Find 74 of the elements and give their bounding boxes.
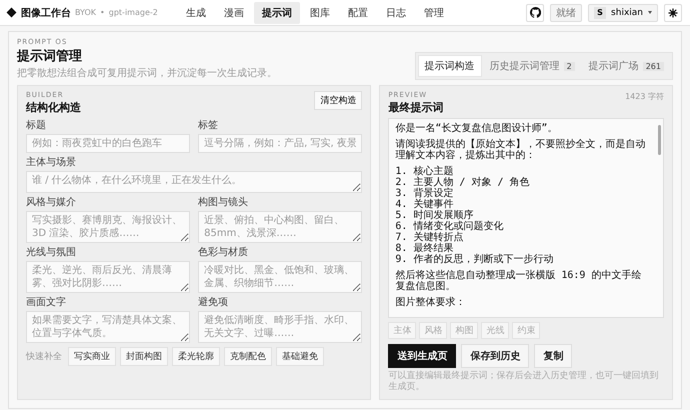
action-button[interactable]: 复制 xyxy=(534,344,572,368)
prompt-line: 4. 关键事件 xyxy=(395,199,454,210)
preset-button[interactable]: 封面构图 xyxy=(120,347,168,366)
field-label: 风格与媒介 xyxy=(26,196,77,209)
tab[interactable]: 提示词广场 261 xyxy=(582,55,670,77)
tab[interactable]: 提示词构造 xyxy=(418,55,482,77)
nav-tab[interactable]: 图库 xyxy=(302,2,338,24)
scrollbar[interactable] xyxy=(658,125,661,155)
nav-tab[interactable]: 生成 xyxy=(178,2,214,24)
clear-button[interactable]: 清空构造 xyxy=(314,91,362,110)
field-label: 构图与镜头 xyxy=(198,196,250,209)
preset-button[interactable]: 克制配色 xyxy=(224,347,272,366)
field-label: 避免项 xyxy=(198,296,230,309)
logo-icon xyxy=(6,8,16,18)
prompt-line: 9. 作者的反思，判断或下一步行动 xyxy=(395,254,554,265)
input-field[interactable]: 逗号分隔，例如：产品, 写实, 夜景 xyxy=(198,134,362,153)
text-area[interactable]: 避免低清晰度、畸形手指、水印、无关文字、过曝…… xyxy=(198,311,362,343)
app-title: 图像工作台 xyxy=(21,6,71,20)
input-field[interactable]: 例如：雨夜霓虹中的白色跑车 xyxy=(26,134,190,153)
count-badge: 261 xyxy=(642,62,664,70)
quick-fill-label: 快速补全 xyxy=(26,350,62,363)
preset-button[interactable]: 柔光轮廓 xyxy=(172,347,220,366)
prompt-line: 6. 情绪变化或问题变化 xyxy=(395,221,504,232)
field-label: 色彩与材质 xyxy=(198,246,250,259)
hint-text: 可以直接编辑最终提示词；保存后会进入历史管理，也可一键回填到生成页。 xyxy=(388,371,660,393)
github-button[interactable] xyxy=(526,4,544,22)
avatar: S xyxy=(594,6,606,18)
prompt-line: 2. 主要人物 / 对象 / 角色 xyxy=(395,177,531,188)
prompt-line: 然后将这些信息自动整理成一张横版 16:9 的中文手绘复盘信息图。 xyxy=(395,270,642,292)
nav-tab[interactable]: 漫画 xyxy=(216,2,252,24)
field-label: 光线与氛围 xyxy=(26,246,77,259)
preset-button[interactable]: 写实商业 xyxy=(68,347,116,366)
prompt-line: 8. 最终结果 xyxy=(395,243,454,254)
panel-title: 结构化构造 xyxy=(26,100,81,115)
prompt-editor[interactable]: 你是一名“长文复盘信息图设计师”。 请阅读我提供的【原始文本】，不要照抄全文，而是自动理解文本内容，提炼出其中的： 1. 核心主题 2. 主要人物 / 对象 / 角色 3. 背景设定 4. 关键事件 5. 时间发展顺序 6. 情绪变化或问题变化 7. 关键转折点 8. 最终结果 9. 作者的反思，判断或下一步行动 然后将这些信息自动整理成一张横版 16:9 的中文手绘复盘信息图。 图片整体要求： xyxy=(388,118,664,318)
page-title: 提示词管理 xyxy=(17,48,83,65)
cat-logo-icon xyxy=(530,7,541,18)
caret-icon xyxy=(648,11,652,14)
panel-title: 最终提示词 xyxy=(388,100,444,115)
prompt-line: 1. 核心主题 xyxy=(395,166,454,177)
prompt-line: 图片整体要求： xyxy=(395,297,466,308)
text-area[interactable]: 近景、俯拍、中心构图、留白、85mm、浅景深…… xyxy=(198,211,362,243)
sun-icon xyxy=(668,8,678,18)
text-area[interactable]: 冷暖对比、黑金、低饱和、玻璃、金属、织物细节…… xyxy=(198,261,362,293)
theme-button[interactable] xyxy=(664,4,682,22)
text-area[interactable]: 谁 / 什么物体，在什么环境里，正在发生什么。 xyxy=(26,171,362,193)
text-area[interactable]: 柔光、逆光、雨后反光、清晨薄雾、强对比阴影…… xyxy=(26,261,190,293)
page-subtitle: 把零散想法组合成可复用提示词，并沉淀每一次生成记录。 xyxy=(17,66,277,80)
status-label: 就绪 xyxy=(550,4,582,22)
key-mode-label: BYOK xyxy=(75,8,96,17)
preset-button[interactable]: 基础避免 xyxy=(276,347,324,366)
field-label: 画面文字 xyxy=(26,296,67,309)
user-menu[interactable]: S shixian xyxy=(588,4,658,22)
prompt-line: 5. 时间发展顺序 xyxy=(395,210,474,221)
nav-tab[interactable]: 配置 xyxy=(340,2,376,24)
text-area[interactable]: 如果需要文字，写清楚具体文案、位置与字体气质。 xyxy=(26,311,190,343)
nav-tab[interactable]: 日志 xyxy=(378,2,414,24)
text-area[interactable]: 写实摄影、赛博朋克、海报设计、3D 渲染、胶片质感…… xyxy=(26,211,190,243)
prompt-line: 你是一名“长文复盘信息图设计师”。 xyxy=(395,123,558,134)
count-badge: 2 xyxy=(564,62,575,70)
char-count: 1423 字符 xyxy=(625,91,664,102)
field-label: 主体与场景 xyxy=(26,156,77,169)
prompt-line: 3. 背景设定 xyxy=(395,188,454,199)
nav-tab[interactable]: 管理 xyxy=(416,2,452,24)
field-label: 标题 xyxy=(26,118,47,132)
field-label: 标签 xyxy=(198,118,220,132)
tab[interactable]: 历史提示词管理 2 xyxy=(484,55,581,77)
action-button[interactable]: 保存到历史 xyxy=(461,344,530,368)
separator-dot: • xyxy=(100,8,105,17)
prompt-line: 7. 关键转折点 xyxy=(395,232,464,243)
action-button[interactable]: 送到生成页 xyxy=(388,344,456,368)
prompt-line: 请阅读我提供的【原始文本】，不要照抄全文，而是自动理解文本内容，提炼出其中的： xyxy=(395,139,646,161)
nav-tab[interactable]: 提示词 xyxy=(254,2,300,24)
model-label: gpt-image-2 xyxy=(108,8,158,17)
